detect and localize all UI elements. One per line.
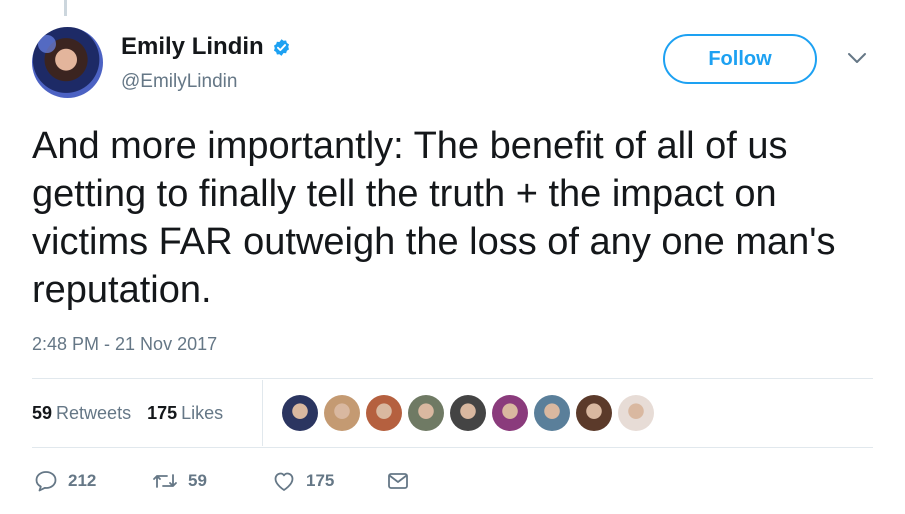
liker-avatar[interactable] bbox=[450, 395, 486, 431]
stats-top-divider bbox=[32, 378, 873, 379]
follow-button[interactable]: Follow bbox=[663, 34, 817, 84]
likes-label: Likes bbox=[181, 402, 224, 423]
retweet-action[interactable]: 59 bbox=[152, 470, 272, 492]
chevron-down-icon[interactable] bbox=[847, 51, 867, 65]
reply-count: 212 bbox=[68, 471, 97, 490]
liker-avatar[interactable] bbox=[282, 395, 318, 431]
liker-avatar[interactable] bbox=[534, 395, 570, 431]
retweet-icon bbox=[152, 470, 178, 492]
author-display-name[interactable]: Emily Lindin bbox=[121, 33, 264, 61]
likes-stat[interactable]: 175 Likes bbox=[147, 403, 223, 424]
verified-badge-icon bbox=[272, 38, 291, 57]
like-count: 175 bbox=[306, 471, 335, 490]
like-action[interactable]: 175 bbox=[272, 470, 386, 492]
retweet-count: 59 bbox=[188, 471, 207, 490]
author-handle[interactable]: @EmilyLindin bbox=[121, 71, 237, 93]
like-icon bbox=[272, 470, 296, 492]
retweets-stat[interactable]: 59 Retweets bbox=[32, 403, 131, 424]
tweet-text: And more importantly: The benefit of all… bbox=[32, 125, 836, 311]
likes-count: 175 bbox=[147, 402, 178, 423]
liker-avatar[interactable] bbox=[492, 395, 528, 431]
tweet-header: Emily Lindin @EmilyLindin Follow bbox=[32, 27, 875, 107]
liker-avatar[interactable] bbox=[366, 395, 402, 431]
reply-action[interactable]: 212 bbox=[34, 470, 152, 492]
direct-message-icon bbox=[386, 471, 410, 491]
reply-icon bbox=[34, 470, 58, 492]
liker-avatar[interactable] bbox=[576, 395, 612, 431]
direct-message-action[interactable] bbox=[386, 471, 410, 491]
stats-bottom-divider bbox=[32, 447, 873, 448]
liker-avatars bbox=[282, 395, 654, 431]
engagement-stats: 59 Retweets 175 Likes bbox=[32, 380, 239, 446]
tweet-actions: 212 59 175 bbox=[34, 470, 410, 492]
stats-separator bbox=[262, 380, 263, 446]
thread-connector-line bbox=[64, 0, 67, 16]
liker-avatar[interactable] bbox=[618, 395, 654, 431]
retweets-count: 59 bbox=[32, 402, 53, 423]
liker-avatar[interactable] bbox=[408, 395, 444, 431]
author-name-line[interactable]: Emily Lindin bbox=[121, 33, 291, 61]
retweets-label: Retweets bbox=[56, 402, 132, 423]
author-avatar[interactable] bbox=[32, 27, 103, 98]
avatar-background-light bbox=[38, 35, 56, 53]
liker-avatar[interactable] bbox=[324, 395, 360, 431]
tweet-timestamp[interactable]: 2:48 PM - 21 Nov 2017 bbox=[32, 334, 217, 355]
